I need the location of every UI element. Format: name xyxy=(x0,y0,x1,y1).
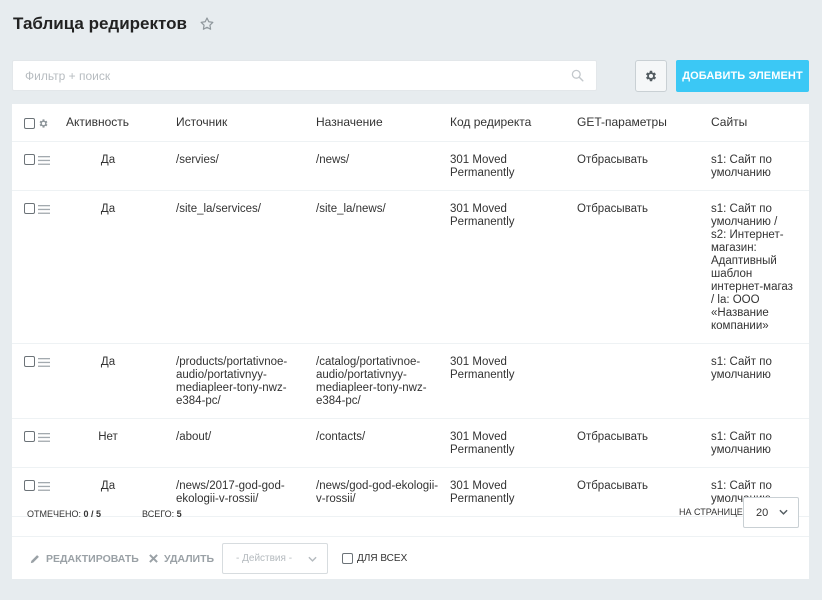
chevron-down-icon xyxy=(779,509,788,515)
add-element-button[interactable]: Добавить элемент xyxy=(676,60,809,92)
cell-get-params: Отбрасывать xyxy=(577,418,711,468)
grid-footer: Отмечено: 0 / 5 Всего: 5 На странице: 20 xyxy=(12,489,809,536)
cell-active: Да xyxy=(66,190,176,344)
for-all-checkbox[interactable] xyxy=(342,553,353,564)
row-checkbox[interactable] xyxy=(24,153,35,165)
row-menu-icon[interactable] xyxy=(38,204,50,214)
cell-target: /contacts/ xyxy=(316,418,450,468)
action-panel: Редактировать Удалить - Действия - Для в… xyxy=(12,536,809,579)
column-header-sites[interactable]: Сайты xyxy=(711,104,809,142)
table-row[interactable]: Да/servies//news/301 Moved Permanently От… xyxy=(12,141,809,191)
search-icon[interactable] xyxy=(571,69,584,82)
actions-select[interactable]: - Действия - xyxy=(222,543,328,574)
delete-button[interactable]: Удалить xyxy=(149,537,214,580)
table-row[interactable]: Нет/about//contacts/301 Moved Permanentl… xyxy=(12,418,809,468)
column-header-source[interactable]: Источник xyxy=(176,104,316,142)
cell-code: 301 Moved Permanently xyxy=(450,343,577,419)
cell-target: /site_la/news/ xyxy=(316,190,450,344)
checked-counter: Отмечено: 0 / 5 xyxy=(27,509,102,519)
row-checkbox[interactable] xyxy=(24,355,35,367)
gear-icon xyxy=(645,70,657,82)
cell-get-params: Отбрасывать xyxy=(577,190,711,344)
column-header-code[interactable]: Код редиректа xyxy=(450,104,577,142)
row-menu-icon[interactable] xyxy=(38,357,50,367)
column-settings-icon[interactable] xyxy=(38,118,49,129)
cell-active: Да xyxy=(66,343,176,419)
column-header-active[interactable]: Активность xyxy=(66,104,176,142)
per-page-label: На странице: xyxy=(679,507,746,517)
settings-button[interactable] xyxy=(635,60,667,92)
row-menu-icon[interactable] xyxy=(38,432,50,442)
total-counter: Всего: 5 xyxy=(142,509,182,519)
column-header-target[interactable]: Назначение xyxy=(316,104,450,142)
cell-active: Да xyxy=(66,141,176,191)
redirects-grid: Активность Источник Назначение Код редир… xyxy=(12,104,809,536)
table-header-row: Активность Источник Назначение Код редир… xyxy=(12,104,809,142)
cell-source: /products/portativnoe-audio/portativnyy-… xyxy=(176,343,316,419)
cell-sites: s1: Сайт по умолчанию xyxy=(711,343,809,419)
cell-code: 301 Moved Permanently xyxy=(450,418,577,468)
cell-target: /news/ xyxy=(316,141,450,191)
row-checkbox[interactable] xyxy=(24,430,35,442)
table-row[interactable]: Да/site_la/services//site_la/news/301 Mo… xyxy=(12,190,809,344)
pencil-icon xyxy=(30,554,39,563)
cell-sites: s1: Сайт по умолчанию xyxy=(711,418,809,468)
toolbar: Добавить элемент xyxy=(12,60,809,92)
filter-box xyxy=(12,60,597,91)
for-all-toggle[interactable]: Для всех xyxy=(342,537,407,580)
star-icon[interactable] xyxy=(199,16,215,32)
cell-get-params xyxy=(577,343,711,419)
table-row[interactable]: Да/products/portativnoe-audio/portativny… xyxy=(12,343,809,419)
row-menu-icon[interactable] xyxy=(38,155,50,165)
cell-sites: s1: Сайт по умолчанию / s2: Интернет-маг… xyxy=(711,190,809,344)
cell-active: Нет xyxy=(66,418,176,468)
close-icon xyxy=(149,554,158,563)
chevron-down-icon xyxy=(308,556,317,562)
column-header-get[interactable]: GET-параметры xyxy=(577,104,711,142)
cell-source: /site_la/services/ xyxy=(176,190,316,344)
cell-code: 301 Moved Permanently xyxy=(450,190,577,344)
cell-get-params: Отбрасывать xyxy=(577,141,711,191)
cell-source: /about/ xyxy=(176,418,316,468)
row-checkbox[interactable] xyxy=(24,202,35,214)
select-all-checkbox[interactable] xyxy=(24,118,35,130)
edit-button[interactable]: Редактировать xyxy=(30,537,139,580)
filter-search-input[interactable] xyxy=(13,61,553,90)
cell-target: /catalog/portativnoe-audio/portativnyy-m… xyxy=(316,343,450,419)
per-page-select[interactable]: 20 xyxy=(743,497,799,528)
cell-sites: s1: Сайт по умолчанию xyxy=(711,141,809,191)
cell-code: 301 Moved Permanently xyxy=(450,141,577,191)
page-title: Таблица редиректов xyxy=(13,14,215,34)
page-title-text: Таблица редиректов xyxy=(13,14,187,33)
redirects-table: Активность Источник Назначение Код редир… xyxy=(12,104,809,517)
cell-source: /servies/ xyxy=(176,141,316,191)
